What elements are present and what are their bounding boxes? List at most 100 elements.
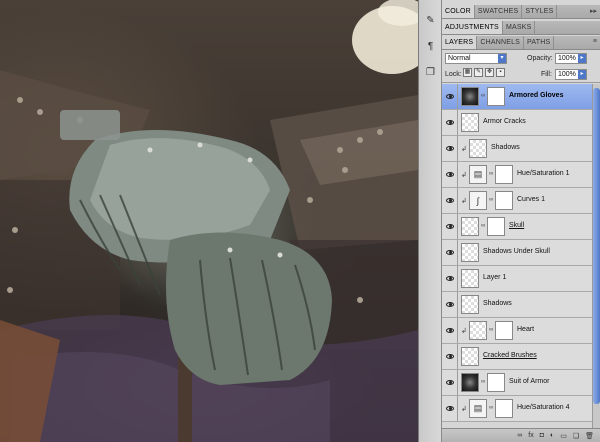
- blend-mode-value: Normal: [448, 55, 471, 62]
- opacity-stepper-icon[interactable]: ▸: [578, 54, 586, 63]
- visibility-eye-icon[interactable]: [442, 266, 458, 291]
- layer-row[interactable]: ∞ Suit of Armor: [442, 370, 592, 396]
- layer-row[interactable]: ↲ ▤ ∞ Hue/Saturation 1: [442, 162, 592, 188]
- tab-masks[interactable]: MASKS: [503, 21, 536, 34]
- visibility-eye-icon[interactable]: [442, 84, 458, 109]
- fill-field[interactable]: 100% ▸: [555, 69, 587, 80]
- layer-mask-thumbnail[interactable]: [487, 87, 505, 106]
- chain-link-icon[interactable]: ∞: [481, 223, 485, 229]
- lock-image-icon[interactable]: ✎: [474, 68, 483, 77]
- visibility-eye-icon[interactable]: [442, 318, 458, 343]
- visibility-eye-icon[interactable]: [442, 292, 458, 317]
- layer-name[interactable]: Layer 1: [483, 274, 506, 281]
- lock-all-icon[interactable]: ▪: [496, 68, 505, 77]
- chain-link-icon[interactable]: ∞: [489, 327, 493, 333]
- layer-mask-thumbnail[interactable]: [495, 321, 513, 340]
- layer-mask-thumbnail[interactable]: [487, 217, 505, 236]
- visibility-eye-icon[interactable]: [442, 240, 458, 265]
- layer-row[interactable]: Cracked Brushes: [442, 344, 592, 370]
- visibility-eye-icon[interactable]: [442, 188, 458, 213]
- panels-area: COLOR SWATCHES STYLES ▸▸ ADJUSTMENTS MAS…: [442, 0, 600, 442]
- layer-thumbnail: [461, 295, 479, 314]
- tab-adjustments[interactable]: ADJUSTMENTS: [442, 21, 503, 34]
- layers-scrollbar[interactable]: [592, 84, 600, 428]
- layer-row[interactable]: Layer 1: [442, 266, 592, 292]
- chevron-down-icon: ▾: [498, 54, 506, 63]
- layer-name[interactable]: Hue/Saturation 1: [517, 170, 570, 177]
- opacity-field[interactable]: 100% ▸: [555, 53, 587, 64]
- layer-row[interactable]: ↲ ▤ ∞ Hue/Saturation 4: [442, 396, 592, 422]
- chain-link-icon[interactable]: ∞: [481, 93, 485, 99]
- layer-name[interactable]: Heart: [517, 326, 534, 333]
- adjustments-panel-tabs: ADJUSTMENTS MASKS: [442, 21, 600, 35]
- layer-name[interactable]: Shadows: [491, 144, 520, 151]
- layer-name[interactable]: Cracked Brushes: [483, 352, 537, 359]
- tab-styles[interactable]: STYLES: [522, 5, 558, 18]
- clipping-arrow-icon: ↲: [461, 172, 467, 179]
- visibility-eye-icon[interactable]: [442, 396, 458, 421]
- lock-position-icon[interactable]: ✥: [485, 68, 494, 77]
- tab-swatches[interactable]: SWATCHES: [475, 5, 523, 18]
- visibility-eye-icon[interactable]: [442, 370, 458, 395]
- visibility-eye-icon[interactable]: [442, 110, 458, 135]
- tab-paths[interactable]: PATHS: [524, 36, 555, 49]
- layer-name[interactable]: Shadows Under Skull: [483, 248, 550, 255]
- layer-name[interactable]: Shadows: [483, 300, 512, 307]
- layer-row[interactable]: ∞ Armored Gloves: [442, 84, 592, 110]
- blend-mode-select[interactable]: Normal ▾: [445, 53, 507, 64]
- scrollbar-thumb[interactable]: [593, 88, 600, 404]
- fill-stepper-icon[interactable]: ▸: [578, 70, 586, 79]
- new-layer-icon[interactable]: ❏: [573, 432, 579, 440]
- layers-footer: ∞ fx ◘ ◐ ▭ ❏ 🗑: [442, 428, 600, 442]
- layer-row[interactable]: Armor Cracks: [442, 110, 592, 136]
- panel-dock: ✎ ¶ ❐: [418, 0, 442, 442]
- layers-panel-tabs: LAYERS CHANNELS PATHS ≡: [442, 36, 600, 50]
- layer-name[interactable]: Armor Cracks: [483, 118, 526, 125]
- opacity-label: Opacity:: [527, 55, 553, 62]
- chain-link-icon[interactable]: ∞: [481, 379, 485, 385]
- layer-name[interactable]: Curves 1: [517, 196, 545, 203]
- document-canvas[interactable]: [0, 0, 418, 442]
- layer-name[interactable]: Skull: [509, 222, 524, 229]
- layer-thumbnail: [461, 347, 479, 366]
- tab-color[interactable]: COLOR: [442, 5, 475, 18]
- layer-name[interactable]: Hue/Saturation 4: [517, 404, 570, 411]
- layer-comps-icon[interactable]: ❐: [422, 64, 439, 81]
- layer-mask-thumbnail[interactable]: [495, 191, 513, 210]
- visibility-eye-icon[interactable]: [442, 344, 458, 369]
- chain-link-icon[interactable]: ∞: [489, 197, 493, 203]
- trash-icon[interactable]: 🗑: [585, 432, 594, 440]
- pen-tool-icon[interactable]: ✎: [422, 12, 439, 29]
- mask-icon[interactable]: ◘: [540, 432, 544, 439]
- visibility-eye-icon[interactable]: [442, 136, 458, 161]
- link-layers-icon[interactable]: ∞: [517, 432, 522, 439]
- tab-channels[interactable]: CHANNELS: [477, 36, 525, 49]
- chain-link-icon[interactable]: ∞: [489, 405, 493, 411]
- layer-mask-thumbnail[interactable]: [495, 165, 513, 184]
- layer-thumbnail: [461, 243, 479, 262]
- fx-icon[interactable]: fx: [528, 432, 533, 439]
- visibility-eye-icon[interactable]: [442, 162, 458, 187]
- clipping-arrow-icon: ↲: [461, 328, 467, 335]
- clipping-arrow-icon: ↲: [461, 146, 467, 153]
- layer-name[interactable]: Armored Gloves: [509, 92, 563, 99]
- lock-transparent-icon[interactable]: ▦: [463, 68, 472, 77]
- layer-row[interactable]: ↲ ∫ ∞ Curves 1: [442, 188, 592, 214]
- paragraph-panel-icon[interactable]: ¶: [422, 38, 439, 55]
- layer-row[interactable]: ↲ Shadows: [442, 136, 592, 162]
- layer-row[interactable]: ∞ Skull: [442, 214, 592, 240]
- adjustment-icon[interactable]: ◐: [550, 432, 554, 439]
- panel-menu-icon[interactable]: ▸▸: [590, 7, 597, 15]
- layer-row[interactable]: Shadows: [442, 292, 592, 318]
- layer-row[interactable]: Shadows Under Skull: [442, 240, 592, 266]
- layer-mask-thumbnail[interactable]: [495, 399, 513, 418]
- clipping-arrow-icon: ↲: [461, 198, 467, 205]
- layer-mask-thumbnail[interactable]: [487, 373, 505, 392]
- chain-link-icon[interactable]: ∞: [489, 171, 493, 177]
- group-icon[interactable]: ▭: [560, 432, 567, 440]
- layers-panel-menu-icon[interactable]: ≡: [593, 38, 597, 45]
- layer-row[interactable]: ↲ ∞ Heart: [442, 318, 592, 344]
- tab-layers[interactable]: LAYERS: [442, 36, 478, 49]
- layer-name[interactable]: Suit of Armor: [509, 378, 549, 385]
- visibility-eye-icon[interactable]: [442, 214, 458, 239]
